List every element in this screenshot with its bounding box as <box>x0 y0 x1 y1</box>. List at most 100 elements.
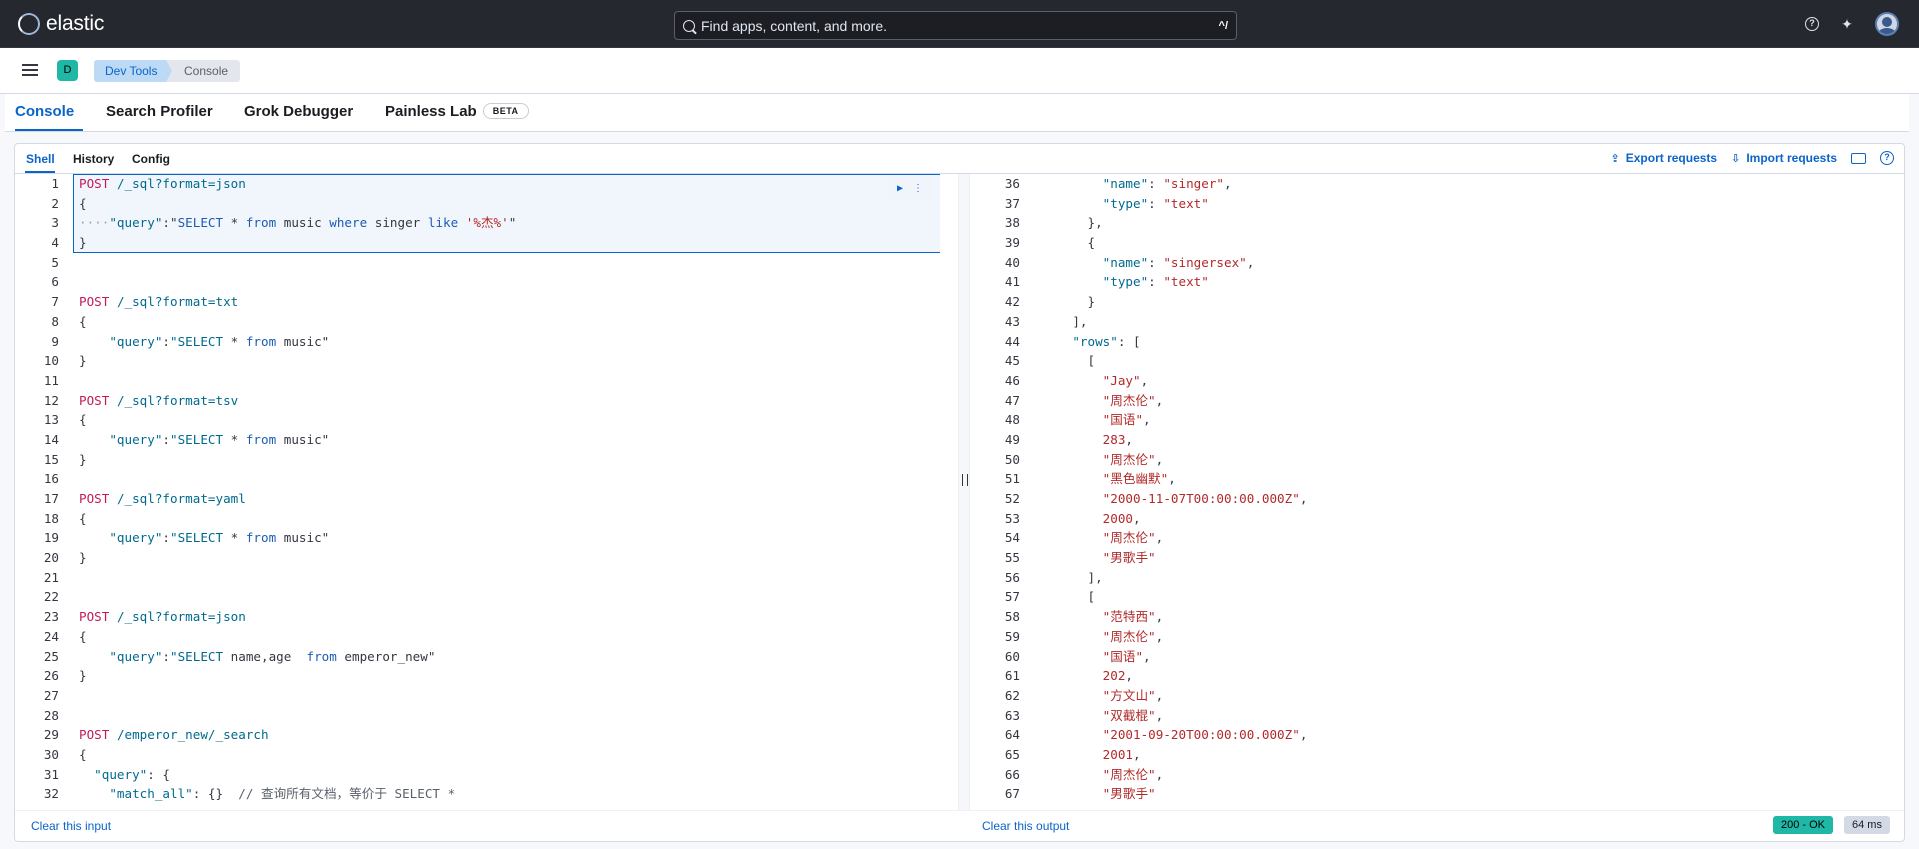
code-line: "query":"SELECT * from music" <box>109 333 330 349</box>
code-line: POST /_sql?format=yaml <box>79 489 940 509</box>
line-number: 58 <box>1004 609 1020 625</box>
line-number: 12 <box>43 392 59 408</box>
sql-text: * <box>223 333 246 349</box>
code-line: { <box>79 313 87 329</box>
tab-painless-lab[interactable]: Painless Lab BETA <box>385 103 529 120</box>
console-help-icon[interactable]: ? <box>1880 151 1894 165</box>
clear-input-button[interactable]: Clear this input <box>31 819 111 833</box>
code-line: POST /emperor_new/_search <box>79 725 940 745</box>
line-number: 27 <box>43 687 59 703</box>
line-number: 23 <box>43 609 59 625</box>
json-number: 202 <box>1102 668 1126 684</box>
sql-text: emperor_new" <box>336 648 436 664</box>
line-number: 61 <box>1004 668 1020 684</box>
code-line: "男歌手" <box>1042 548 1904 568</box>
subtab-shell[interactable]: Shell <box>26 152 55 166</box>
line-number: 17 <box>43 491 59 506</box>
tab-search-profiler[interactable]: Search Profiler <box>106 103 213 120</box>
output-line-numbers: 36 37 38 39 40 41 42 43 44 45 46 47 48 4… <box>970 174 1020 804</box>
line-number: 30 <box>43 746 59 762</box>
code-line: { <box>79 628 87 644</box>
response-time-badge: 64 ms <box>1844 816 1890 834</box>
json-key: "rows" <box>1072 333 1118 349</box>
json-key: "query" <box>109 530 163 546</box>
json-string: "双截棍" <box>1102 707 1156 723</box>
help-icon[interactable]: ? <box>1805 17 1819 31</box>
line-number: 46 <box>1004 372 1020 388</box>
line-number: 5 <box>51 254 59 270</box>
request-editor[interactable]: ▶ ⋮ 1 2 3 4 5 6 7 8 9 10 11 12 13 14 15 … <box>15 174 940 810</box>
breadcrumb-dev-tools[interactable]: Dev Tools <box>94 60 176 82</box>
code-line: "周杰伦", <box>1102 628 1164 644</box>
json-string: "text" <box>1163 195 1209 211</box>
code-line: "name": "singer", <box>1102 176 1232 191</box>
code-line: 202, <box>1102 668 1134 684</box>
export-requests-button[interactable]: ⇪ Export requests <box>1611 151 1718 165</box>
code-line: "2000-11-07T00:00:00.000Z", <box>1102 491 1308 506</box>
line-number: 37 <box>1004 195 1020 211</box>
response-output[interactable]: 36 37 38 39 40 41 42 43 44 45 46 47 48 4… <box>970 174 1904 810</box>
line-number: 28 <box>43 707 59 723</box>
brand-name: elastic <box>46 12 105 35</box>
line-number: 53 <box>1004 510 1020 526</box>
line-number: 63 <box>1004 707 1020 723</box>
sql-text: music <box>276 215 330 231</box>
line-number: 66 <box>1004 766 1020 782</box>
pane-resizer[interactable] <box>958 174 970 810</box>
line-number: 59 <box>1004 628 1020 644</box>
import-requests-button[interactable]: ⇩ Import requests <box>1731 151 1837 165</box>
line-number: 2 <box>51 195 59 211</box>
line-number: 48 <box>1004 412 1020 428</box>
line-number: 21 <box>43 569 59 585</box>
menu-toggle-icon[interactable] <box>22 64 38 76</box>
subtab-config[interactable]: Config <box>132 152 170 166</box>
console-footer: Clear this input Clear this output 200 -… <box>15 810 1904 841</box>
code-line: "query":"SELECT * from music" <box>109 431 330 447</box>
code-line: "Jay", <box>1102 372 1149 388</box>
code-line: "rows": [ <box>1072 333 1141 349</box>
line-number: 20 <box>43 550 59 566</box>
line-number: 43 <box>1004 313 1020 329</box>
sql-text: singer <box>367 215 428 231</box>
response-status-badge: 200 - OK <box>1773 816 1834 834</box>
user-avatar[interactable] <box>1875 12 1899 36</box>
tab-grok-debugger[interactable]: Grok Debugger <box>244 103 353 120</box>
line-number: 29 <box>43 727 59 743</box>
sql-keyword: like <box>427 215 459 231</box>
request-url: /_sql?format=yaml <box>116 491 246 506</box>
elastic-logo[interactable]: elastic <box>18 12 104 36</box>
code-line: "type": "text" <box>1102 274 1209 290</box>
http-method: POST <box>79 491 110 506</box>
sql-text: * <box>223 431 246 447</box>
json-string: "singer" <box>1163 176 1225 191</box>
export-requests-label: Export requests <box>1625 151 1718 165</box>
global-search-input[interactable]: Find apps, content, and more. ^/ <box>674 11 1237 40</box>
keyboard-shortcuts-icon[interactable] <box>1851 152 1866 164</box>
json-string: "方文山" <box>1102 687 1156 703</box>
code-line: "双截棍", <box>1102 707 1164 723</box>
line-number: 4 <box>51 235 59 251</box>
json-number: 2001 <box>1102 746 1134 762</box>
json-number: 2000 <box>1102 510 1134 526</box>
clear-output-button[interactable]: Clear this output <box>982 819 1069 833</box>
json-key: "query" <box>94 766 148 782</box>
json-string: "周杰伦" <box>1102 628 1156 644</box>
request-url: /_sql?format=json <box>116 176 246 191</box>
line-number: 32 <box>43 786 59 802</box>
sql-keyword: where <box>329 215 368 231</box>
newsfeed-icon[interactable]: ✦ <box>1839 16 1855 32</box>
json-key: "query" <box>109 431 163 447</box>
space-avatar[interactable]: D <box>57 60 78 81</box>
line-number: 15 <box>43 451 59 467</box>
code-line: { <box>79 510 87 526</box>
request-url: /_sql?format=json <box>116 609 246 625</box>
line-number: 3 <box>51 215 59 231</box>
sql-keyword: from <box>306 648 337 664</box>
json-string: "text" <box>1163 274 1209 290</box>
line-number: 44 <box>1004 333 1020 349</box>
subtab-history[interactable]: History <box>73 152 114 166</box>
tab-console[interactable]: Console <box>15 103 74 120</box>
